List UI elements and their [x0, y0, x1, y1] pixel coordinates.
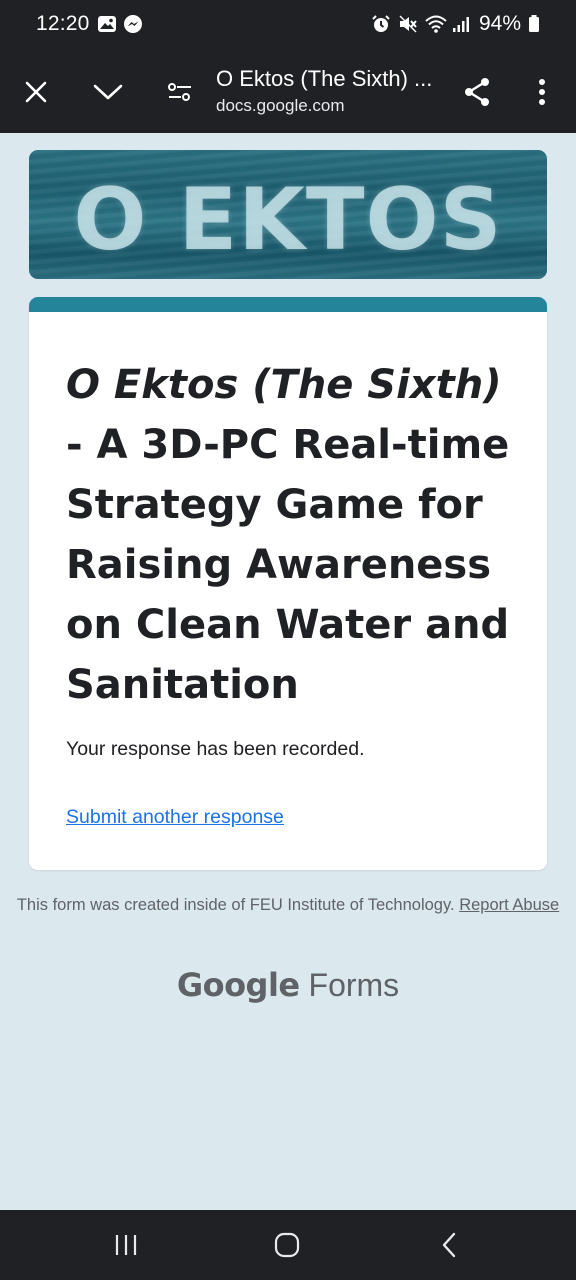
recent-apps-icon: [115, 1235, 137, 1255]
tune-icon: [168, 83, 191, 101]
status-system-icons: 94%: [371, 12, 540, 36]
browser-toolbar: O Ektos (The Sixth) ... docs.google.com: [0, 52, 576, 133]
card-accent-bar: [29, 297, 547, 312]
report-abuse-link[interactable]: Report Abuse: [459, 896, 559, 914]
banner-text: O EKTOS: [73, 170, 503, 270]
recent-apps-button[interactable]: [104, 1228, 148, 1262]
confirmation-card: O Ektos (The Sixth) - A 3D-PC Real-time …: [29, 297, 547, 870]
status-time: 12:20: [36, 12, 90, 35]
back-icon: [442, 1232, 456, 1258]
forms-wordmark: Forms: [308, 967, 400, 1003]
response-recorded-message: Your response has been recorded.: [66, 738, 365, 760]
page-title: O Ektos (The Sixth) ...: [216, 66, 433, 91]
submit-another-response-link[interactable]: Submit another response: [66, 806, 284, 829]
share-icon: [465, 78, 489, 106]
system-navigation-bar: [0, 1210, 576, 1280]
alarm-icon: [371, 14, 391, 34]
back-button[interactable]: [427, 1228, 471, 1262]
close-icon: [25, 81, 47, 103]
form-header-banner: O EKTOS: [29, 150, 547, 279]
wifi-icon: [425, 14, 447, 34]
form-title-rest: - A 3D-PC Real-time Strategy Game for Ra…: [66, 422, 510, 708]
signal-icon: [452, 14, 472, 34]
mute-icon: [398, 14, 418, 34]
minimize-button[interactable]: [86, 70, 130, 114]
home-button[interactable]: [265, 1228, 309, 1262]
more-options-button[interactable]: [520, 70, 564, 114]
status-bar: 12:20 94%: [0, 0, 576, 52]
footer-note-text: This form was created inside of FEU Inst…: [16, 896, 455, 914]
more-vert-icon: [539, 79, 545, 105]
messenger-icon: [123, 14, 143, 34]
share-button[interactable]: [455, 70, 499, 114]
close-button[interactable]: [14, 70, 58, 114]
form-title-italic: O Ektos (The Sixth): [66, 362, 502, 408]
google-wordmark: Google: [176, 966, 300, 1004]
battery-percent: 94%: [478, 12, 521, 35]
battery-icon: [528, 14, 540, 34]
image-icon: [97, 14, 117, 34]
google-forms-logo[interactable]: Google Forms: [0, 966, 576, 1004]
page-url: docs.google.com: [216, 96, 345, 115]
footer-note: This form was created inside of FEU Inst…: [0, 894, 576, 916]
chevron-down-icon: [93, 84, 123, 100]
site-settings-button[interactable]: [158, 70, 202, 114]
form-title: O Ektos (The Sixth) - A 3D-PC Real-time …: [66, 355, 526, 715]
status-notification-icons: [97, 14, 143, 34]
home-icon: [274, 1232, 300, 1258]
